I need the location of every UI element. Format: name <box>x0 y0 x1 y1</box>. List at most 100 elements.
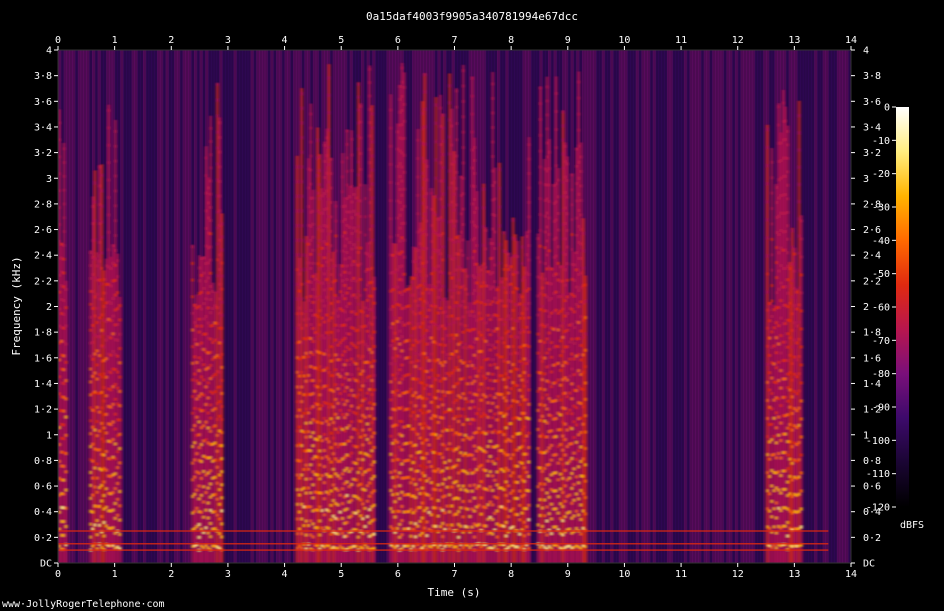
harmonic <box>461 253 465 257</box>
colorbar-tick-label: -90 <box>872 403 890 414</box>
harmonic <box>363 215 367 219</box>
harmonic <box>220 522 224 526</box>
harmonic <box>554 110 558 114</box>
harmonic <box>566 195 569 199</box>
harmonic <box>581 231 585 235</box>
harmonic <box>527 186 531 190</box>
harmonic <box>766 164 769 168</box>
harmonic <box>318 169 322 173</box>
y-tick-label-left: 3·6 <box>34 97 52 108</box>
harmonic <box>359 199 363 203</box>
harmonic <box>93 181 97 185</box>
harmonic <box>527 143 531 147</box>
harmonic <box>482 206 486 210</box>
harmonic <box>402 102 406 106</box>
harmonic <box>498 261 501 265</box>
harmonic <box>118 518 122 522</box>
harmonic <box>566 228 569 232</box>
harmonic <box>64 525 68 529</box>
harmonic <box>461 130 465 134</box>
harmonic <box>570 188 574 192</box>
harmonic <box>295 194 299 198</box>
harmonic <box>359 183 363 187</box>
harmonic <box>491 155 495 159</box>
harmonic <box>370 168 374 172</box>
harmonic <box>359 246 363 250</box>
harmonic <box>220 444 224 448</box>
harmonic <box>370 182 374 186</box>
harmonic <box>584 348 588 352</box>
harmonic <box>309 154 313 158</box>
harmonic <box>498 168 501 172</box>
harmonic <box>309 126 313 130</box>
x-axis-label: Time (s) <box>428 586 481 599</box>
y-tick-label-right: 2·4 <box>863 251 881 262</box>
harmonic <box>118 532 122 536</box>
harmonic <box>295 180 299 184</box>
harmonic <box>461 207 465 211</box>
harmonic <box>584 463 588 467</box>
harmonic <box>107 108 111 112</box>
harmonic <box>425 233 429 237</box>
harmonic <box>781 101 785 105</box>
harmonic <box>800 309 803 313</box>
x-tick-label-bottom: 10 <box>618 569 630 580</box>
harmonic <box>455 138 458 142</box>
harmonic <box>584 365 588 369</box>
harmonic <box>300 180 304 184</box>
harmonic <box>527 157 531 161</box>
harmonic <box>345 183 349 187</box>
harmonic <box>345 129 349 133</box>
harmonic <box>64 488 68 492</box>
harmonic <box>416 157 420 161</box>
harmonic <box>423 125 427 129</box>
harmonic <box>220 300 224 304</box>
harmonic <box>220 365 224 369</box>
harmonic <box>341 160 345 164</box>
harmonic <box>329 186 333 190</box>
harmonic <box>493 197 497 201</box>
x-tick-label-bottom: 3 <box>225 569 231 580</box>
harmonic <box>766 254 769 258</box>
harmonic <box>116 275 120 279</box>
harmonic <box>441 271 445 275</box>
harmonic <box>64 324 68 328</box>
harmonic <box>295 238 299 242</box>
harmonic <box>402 85 406 89</box>
harmonic <box>770 284 774 288</box>
harmonic <box>359 262 363 266</box>
harmonic <box>114 204 117 208</box>
harmonic <box>800 381 803 385</box>
harmonic <box>498 205 501 209</box>
harmonic <box>513 238 517 242</box>
harmonic <box>441 166 445 170</box>
colorbar-tick-label: -100 <box>866 436 890 447</box>
harmonic <box>118 332 122 336</box>
harmonic <box>566 245 569 249</box>
harmonic <box>450 124 454 128</box>
harmonic <box>511 218 515 222</box>
harmonic <box>118 504 122 508</box>
harmonic <box>64 306 68 310</box>
x-tick-label-bottom: 4 <box>282 569 288 580</box>
harmonic <box>507 252 511 256</box>
harmonic <box>416 193 420 197</box>
harmonic <box>359 230 363 234</box>
harmonic <box>566 212 569 216</box>
harmonic <box>786 170 790 174</box>
harmonic <box>372 373 376 377</box>
harmonic <box>770 160 774 164</box>
harmonic <box>430 191 434 195</box>
y-tick-label-left: 4 <box>46 46 52 57</box>
harmonic <box>116 291 120 295</box>
y-tick-label-left: 0·4 <box>34 507 52 518</box>
harmonic <box>538 117 542 121</box>
harmonic <box>441 126 445 130</box>
harmonic <box>220 313 224 317</box>
harmonic <box>561 138 565 142</box>
harmonic <box>455 219 458 223</box>
harmonic <box>441 205 445 209</box>
harmonic <box>584 397 588 401</box>
harmonic <box>370 112 374 116</box>
harmonic <box>441 284 445 288</box>
